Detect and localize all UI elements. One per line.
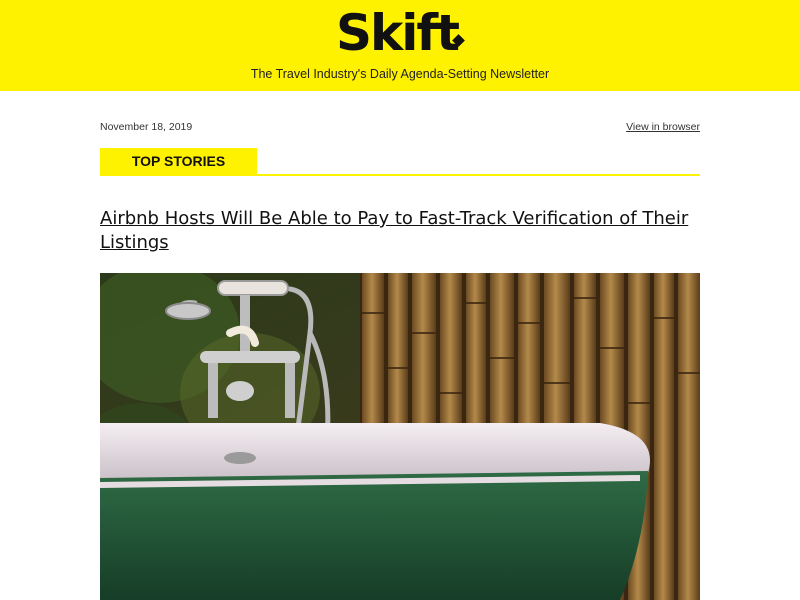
story-headline-link[interactable]: Airbnb Hosts Will Be Able to Pay to Fast… (100, 207, 700, 255)
story-hero-image[interactable] (100, 273, 700, 600)
bathtub-photo-icon (100, 273, 700, 600)
section-header: TOP STORIES (100, 148, 700, 176)
issue-date: November 18, 2019 (100, 121, 193, 133)
newsletter-header: Skift The Travel Industry's Daily Agenda… (0, 0, 800, 91)
section-label: TOP STORIES (100, 148, 257, 174)
logo-text: Skift (336, 4, 460, 62)
skift-logo[interactable]: Skift (336, 6, 466, 60)
header-tagline: The Travel Industry's Daily Agenda-Setti… (250, 67, 550, 81)
view-in-browser-link[interactable]: View in browser (626, 121, 700, 133)
